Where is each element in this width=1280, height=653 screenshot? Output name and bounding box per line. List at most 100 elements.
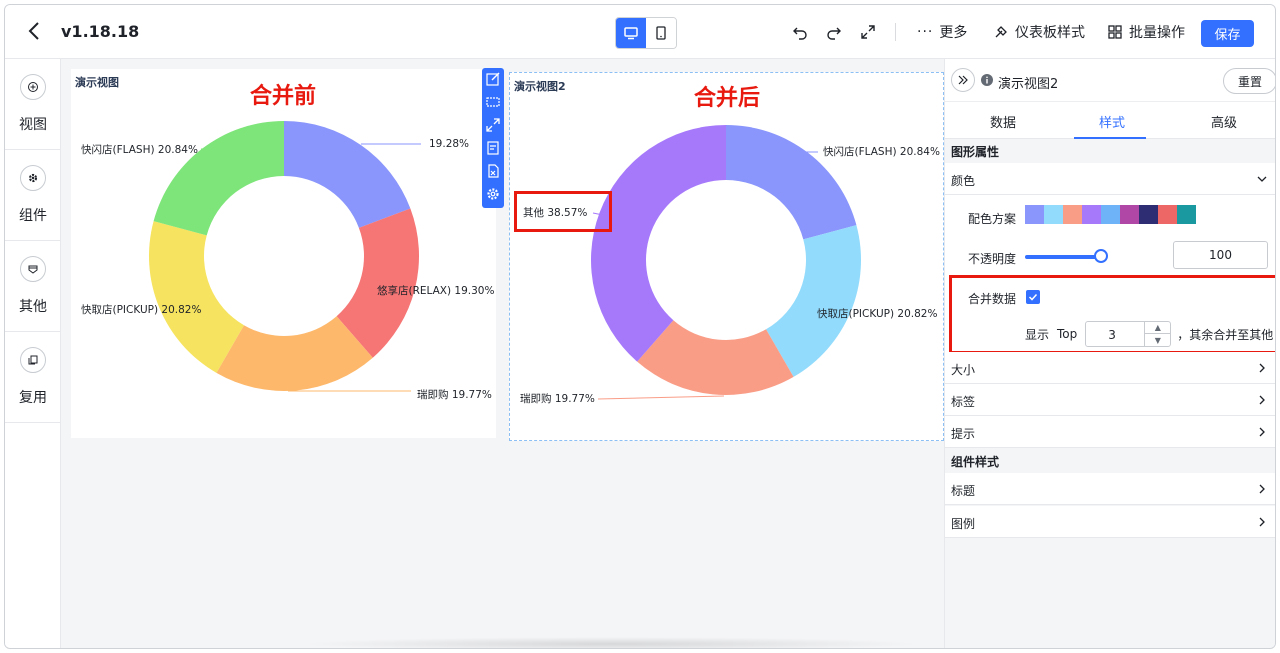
chevron-right-icon: [1259, 517, 1265, 527]
legend-row[interactable]: 图例: [945, 506, 1275, 538]
color-swatch: [1082, 205, 1101, 224]
redo-button[interactable]: [823, 21, 845, 43]
color-row[interactable]: 颜色: [945, 163, 1275, 195]
color-swatch: [1139, 205, 1158, 224]
tab-style[interactable]: 样式: [1099, 112, 1125, 131]
detail-icon[interactable]: [485, 140, 501, 156]
copy-icon: [20, 347, 46, 373]
ellipsis-icon: ···: [917, 24, 934, 40]
nav-item-components[interactable]: 组件: [5, 150, 61, 241]
panel-header: 演示视图2 重置: [945, 59, 1275, 101]
undo-button[interactable]: [789, 21, 811, 43]
tab-data[interactable]: 数据: [990, 112, 1016, 131]
view-card-after[interactable]: 演示视图2 合并后 快闪店(FLASH) 20.84% 快取店(PICKUP) 2…: [509, 72, 944, 441]
donut-slice[interactable]: [153, 121, 284, 236]
mobile-view-button[interactable]: [646, 18, 676, 48]
tab-advanced[interactable]: 高级: [1211, 112, 1237, 131]
nav-item-views[interactable]: 视图: [5, 59, 61, 150]
double-chevron-right-icon: [958, 75, 968, 85]
header-divider: [895, 23, 896, 41]
panel-tabs: 数据 样式 高级: [945, 101, 1275, 139]
label-label: 标签: [951, 395, 976, 409]
nav-label-reuse: 复用: [19, 390, 47, 406]
tooltip-row[interactable]: 提示: [945, 416, 1275, 448]
chevron-down-icon: [1257, 176, 1267, 182]
left-nav: 视图 组件 其他 复用: [5, 59, 61, 648]
nav-label-components: 组件: [19, 208, 47, 224]
donut-slice[interactable]: [726, 125, 857, 240]
color-scheme-swatches[interactable]: [1025, 205, 1196, 224]
style-panel: 演示视图2 重置 数据 样式 高级 图形属性 颜色 配色方案 不透明度 100 …: [944, 59, 1275, 648]
info-icon: [981, 74, 993, 86]
color-swatch: [1044, 205, 1063, 224]
slice-data-label: 悠享店(RELAX) 19.30%: [377, 284, 494, 297]
brush-icon: [995, 26, 1007, 38]
donut-chart-after: 快闪店(FLASH) 20.84% 快取店(PICKUP) 20.82% 瑞即购 1…: [520, 125, 940, 405]
color-label: 颜色: [951, 174, 976, 188]
plus-circle-icon: [20, 74, 46, 100]
slice-data-label: 快取店(PICKUP) 20.82%: [81, 303, 201, 316]
chevron-right-icon: [1259, 484, 1265, 494]
highlight-box-other: [514, 191, 612, 232]
batch-operation-button[interactable]: 批量操作: [1107, 22, 1185, 42]
drill-icon[interactable]: [485, 94, 501, 110]
export-icon[interactable]: [485, 163, 501, 179]
donut-slice[interactable]: [284, 121, 411, 228]
monitor-icon: [624, 27, 638, 40]
chevron-right-icon: [1259, 395, 1265, 405]
title-label: 标题: [951, 484, 976, 498]
settings-icon[interactable]: [485, 186, 501, 202]
label-row[interactable]: 标签: [945, 384, 1275, 416]
slice-data-label: 瑞即购 19.77%: [520, 392, 595, 405]
app-frame: v1.18.18 ··· 更多 仪表板样式 批量操作 保存 视图 组件 其他 复…: [4, 4, 1276, 649]
slice-data-label: 快闪店(FLASH) 20.84%: [823, 145, 940, 158]
color-swatch: [1158, 205, 1177, 224]
tooltip-label: 提示: [951, 427, 976, 441]
top-header: v1.18.18 ··· 更多 仪表板样式 批量操作 保存: [5, 5, 1275, 59]
fullscreen-button[interactable]: [857, 21, 879, 43]
opacity-slider-track[interactable]: [1025, 255, 1103, 259]
highlight-box-merge: [949, 275, 1275, 354]
slice-data-label: 19.28%: [429, 138, 469, 150]
color-scheme-label: 配色方案: [968, 212, 1017, 226]
nav-item-reuse[interactable]: 复用: [5, 332, 61, 423]
reset-button[interactable]: 重置: [1223, 68, 1275, 94]
size-row[interactable]: 大小: [945, 352, 1275, 384]
expand-icon: [861, 25, 875, 39]
opacity-input[interactable]: 100: [1173, 241, 1268, 269]
slice-data-label: 快闪店(FLASH) 20.84%: [81, 143, 198, 156]
scroll-shadow: [301, 637, 921, 648]
more-label: 更多: [939, 25, 968, 41]
undo-icon: [793, 27, 807, 40]
donut-chart-before: 19.28% 悠享店(RELAX) 19.30% 瑞即购 19.77% 快取店(PIC…: [81, 121, 494, 401]
color-swatch: [1063, 205, 1082, 224]
chevron-right-icon: [1259, 427, 1265, 437]
nav-item-other[interactable]: 其他: [5, 241, 61, 332]
panel-view-name: 演示视图2: [998, 77, 1059, 92]
section-graphic-properties: 图形属性: [945, 141, 1275, 163]
grid-icon: [1108, 25, 1122, 39]
save-button[interactable]: 保存: [1201, 20, 1254, 47]
color-swatch: [1101, 205, 1120, 224]
view-toolbar: [482, 68, 504, 208]
dashboard-style-button[interactable]: 仪表板样式: [993, 22, 1085, 42]
opacity-slider-handle[interactable]: [1094, 249, 1108, 263]
more-button[interactable]: ··· 更多: [917, 22, 967, 42]
edit-icon[interactable]: [485, 71, 501, 87]
enlarge-icon[interactable]: [485, 117, 501, 133]
shield-icon: [20, 256, 46, 282]
label-leader-line: [597, 395, 725, 400]
color-swatch: [1025, 205, 1044, 224]
desktop-view-button[interactable]: [616, 18, 646, 48]
back-button[interactable]: [23, 19, 47, 43]
gear-icon: [20, 165, 46, 191]
donut-slice[interactable]: [591, 125, 726, 362]
view-card-before[interactable]: 演示视图 合并前 19.28% 悠享店(RELAX) 19.30% 瑞即购 19.7…: [71, 69, 496, 438]
collapse-panel-button[interactable]: [951, 68, 975, 92]
batch-operation-label: 批量操作: [1129, 25, 1185, 41]
legend-label: 图例: [951, 517, 976, 531]
version-title: v1.18.18: [61, 22, 140, 41]
nav-label-other: 其他: [19, 299, 47, 315]
size-label: 大小: [951, 363, 976, 377]
title-row[interactable]: 标题: [945, 473, 1275, 505]
